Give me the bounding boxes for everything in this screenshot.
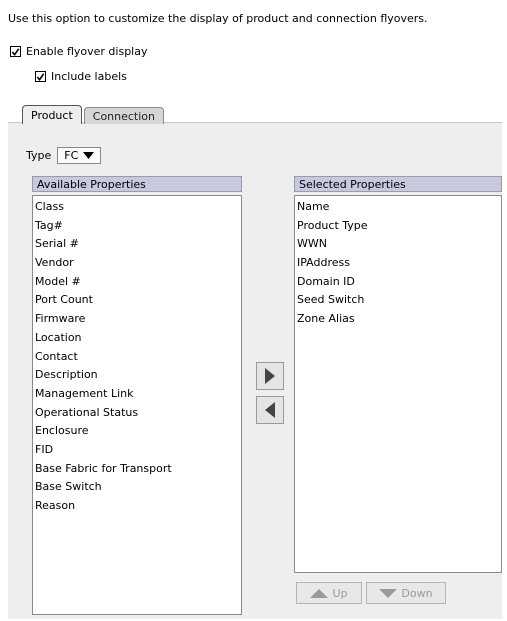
triangle-up-icon bbox=[310, 588, 329, 598]
list-item[interactable]: Tag# bbox=[33, 217, 241, 236]
description-text: Use this option to customize the display… bbox=[8, 12, 428, 25]
add-property-button[interactable] bbox=[256, 362, 284, 390]
type-dropdown[interactable]: FC bbox=[57, 147, 102, 164]
type-label: Type bbox=[26, 149, 52, 162]
available-properties-panel: Available Properties Class Tag# Serial #… bbox=[32, 176, 242, 615]
list-item[interactable]: Seed Switch bbox=[295, 291, 501, 310]
list-item[interactable]: Zone Alias bbox=[295, 310, 501, 329]
list-item[interactable]: Port Count bbox=[33, 291, 241, 310]
enable-flyover-label: Enable flyover display bbox=[26, 45, 148, 58]
tab-connection[interactable]: Connection bbox=[83, 107, 165, 124]
type-row: Type FC bbox=[26, 147, 102, 164]
move-up-label: Up bbox=[332, 586, 348, 600]
move-down-label: Down bbox=[401, 586, 433, 600]
list-item[interactable]: Operational Status bbox=[33, 404, 241, 423]
list-item[interactable]: WWN bbox=[295, 235, 501, 254]
list-item[interactable]: Base Fabric for Transport bbox=[33, 460, 241, 479]
available-properties-list[interactable]: Class Tag# Serial # Vendor Model # Port … bbox=[32, 195, 242, 615]
list-item[interactable]: Management Link bbox=[33, 385, 241, 404]
list-item[interactable]: Model # bbox=[33, 273, 241, 292]
list-item[interactable]: Domain ID bbox=[295, 273, 501, 292]
list-item[interactable]: Name bbox=[295, 198, 501, 217]
selected-properties-header: Selected Properties bbox=[294, 176, 502, 192]
list-item[interactable]: Location bbox=[33, 329, 241, 348]
list-item[interactable]: Description bbox=[33, 366, 241, 385]
triangle-down-icon bbox=[379, 588, 398, 598]
list-item[interactable]: FID bbox=[33, 441, 241, 460]
list-item[interactable]: Reason bbox=[33, 497, 241, 516]
selected-properties-list[interactable]: Name Product Type WWN IPAddress Domain I… bbox=[294, 195, 502, 573]
available-properties-header: Available Properties bbox=[32, 176, 242, 192]
list-item[interactable]: Product Type bbox=[295, 217, 501, 236]
list-item[interactable]: Contact bbox=[33, 348, 241, 367]
arrow-right-icon bbox=[265, 368, 275, 384]
enable-flyover-checkbox[interactable] bbox=[10, 46, 21, 57]
include-labels-checkbox[interactable] bbox=[35, 71, 46, 82]
chevron-down-icon bbox=[83, 152, 95, 159]
list-item[interactable]: Base Switch bbox=[33, 478, 241, 497]
list-item[interactable]: Vendor bbox=[33, 254, 241, 273]
list-item[interactable]: Firmware bbox=[33, 310, 241, 329]
arrow-left-icon bbox=[265, 402, 275, 418]
include-labels-checkbox-row[interactable]: Include labels bbox=[35, 70, 127, 83]
remove-property-button[interactable] bbox=[256, 396, 284, 424]
move-up-button[interactable]: Up bbox=[296, 582, 362, 604]
checkmark-icon bbox=[11, 47, 20, 56]
list-item[interactable]: Class bbox=[33, 198, 241, 217]
checkmark-icon bbox=[36, 72, 45, 81]
list-item[interactable]: Enclosure bbox=[33, 422, 241, 441]
include-labels-label: Include labels bbox=[51, 70, 127, 83]
list-item[interactable]: IPAddress bbox=[295, 254, 501, 273]
type-value: FC bbox=[64, 149, 79, 162]
selected-properties-panel: Selected Properties Name Product Type WW… bbox=[294, 176, 502, 573]
move-down-button[interactable]: Down bbox=[366, 582, 446, 604]
tab-product[interactable]: Product bbox=[22, 105, 82, 124]
tab-bar: Product Connection bbox=[22, 105, 166, 124]
list-item[interactable]: Serial # bbox=[33, 235, 241, 254]
enable-flyover-checkbox-row[interactable]: Enable flyover display bbox=[10, 45, 148, 58]
